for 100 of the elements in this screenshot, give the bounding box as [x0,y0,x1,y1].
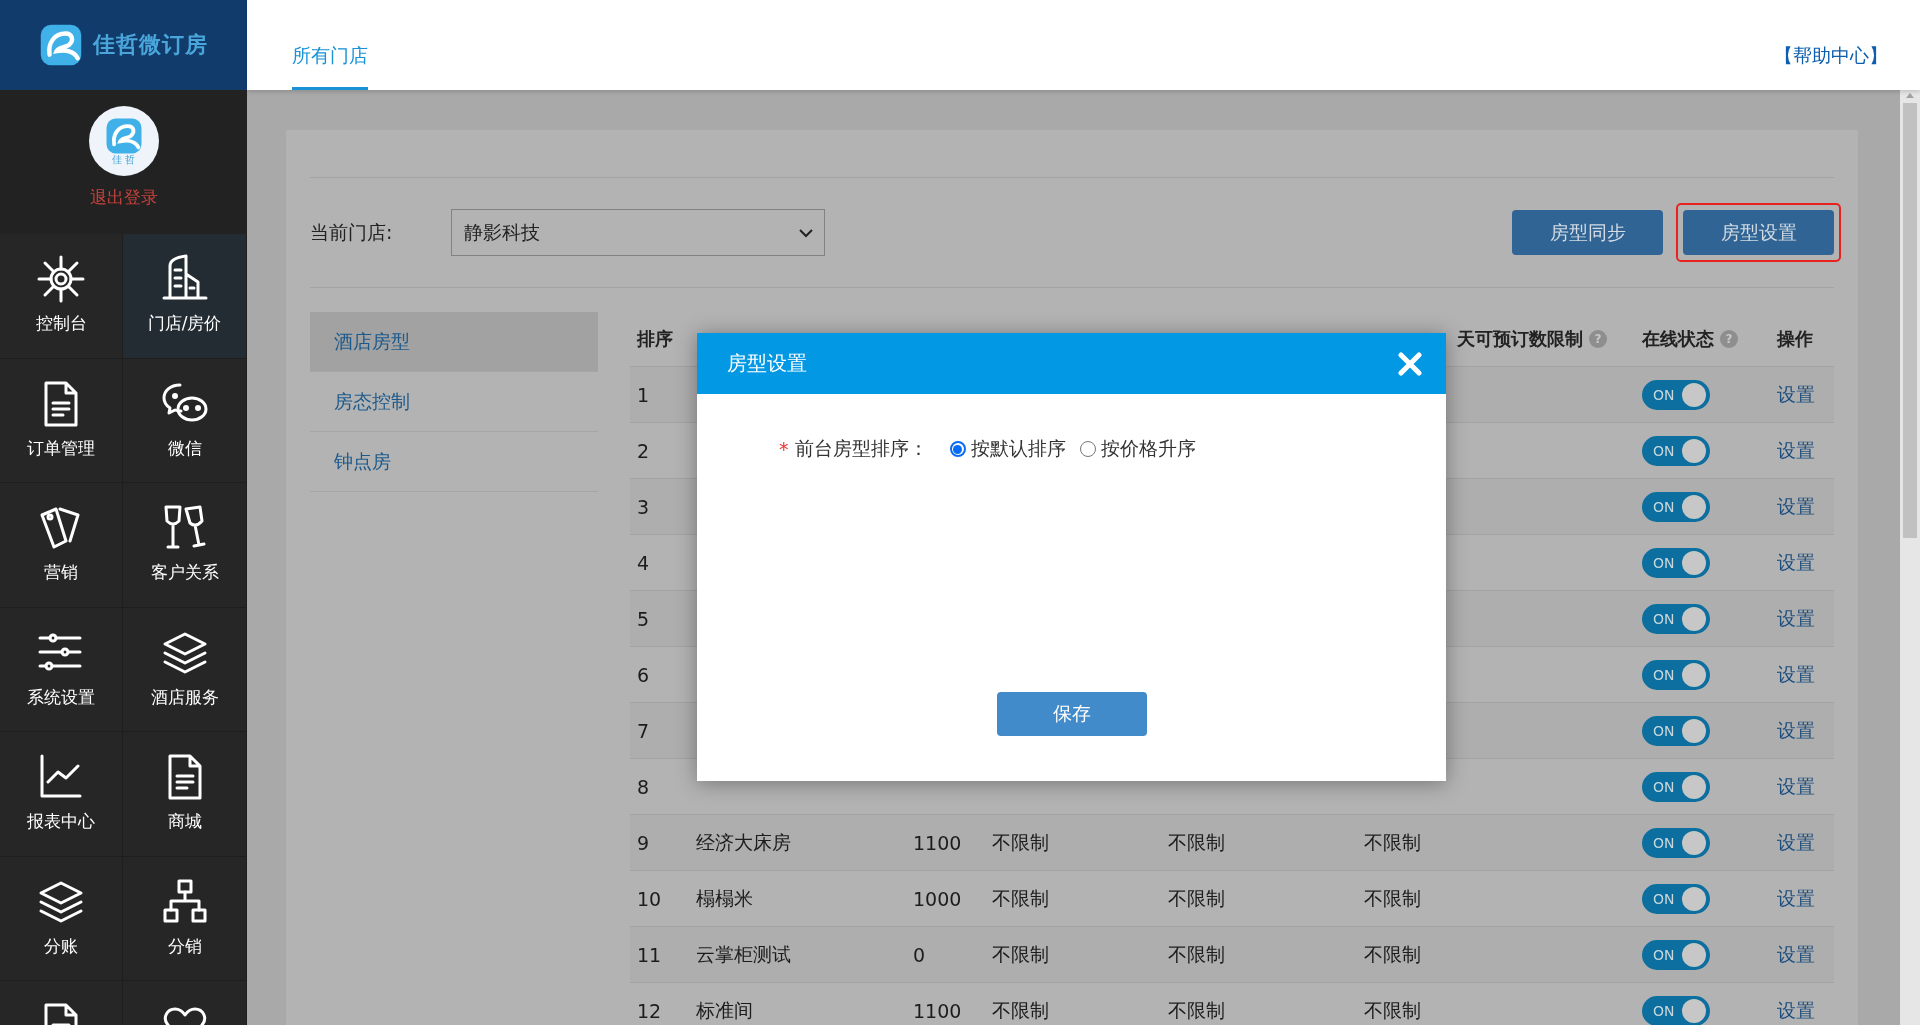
table-cell-text: 云掌柜测试 [696,941,791,967]
online-toggle[interactable]: ON [1642,827,1710,858]
settings-link[interactable]: 设置 [1777,941,1815,968]
settings-link[interactable]: 设置 [1777,717,1815,744]
table-cell: 6 [637,663,650,686]
avatar-caption: 佳 哲 [111,155,136,165]
settings-link[interactable]: 设置 [1777,997,1815,1024]
menu-tile[interactable]: 微信 [123,358,247,483]
menu-tile[interactable]: 控制台 [0,234,123,359]
wheel-icon [36,254,86,304]
close-icon[interactable] [1398,351,1422,376]
help-center-link[interactable]: 【帮助中心】 [1774,43,1888,69]
menu-tile[interactable]: 订单管理 [0,358,123,483]
menu-label: 分账 [44,934,78,958]
toolbar-button[interactable]: 房型同步 [1512,210,1663,255]
menu-label: 系统设置 [27,685,95,709]
online-toggle[interactable]: ON [1642,603,1710,634]
table-cell: 10 [637,887,662,910]
store-label: 当前门店: [310,219,394,245]
online-toggle[interactable]: ON [1642,379,1710,410]
table-cell: 3 [637,495,650,518]
menu-tile[interactable]: 报表中心 [0,732,123,857]
online-toggle[interactable]: ON [1642,995,1710,1025]
table-cell: 11 [637,943,662,966]
menu-label: 客户关系 [150,561,219,584]
menu-tile[interactable]: 门店/房价 [123,234,247,359]
table-cell: 1 [637,383,650,406]
settings-link[interactable]: 设置 [1777,549,1815,576]
online-toggle[interactable]: ON [1642,939,1710,970]
table-cell: 1100 [913,999,962,1022]
settings-link[interactable]: 设置 [1777,381,1815,408]
radio-button[interactable] [949,441,966,457]
settings-link[interactable]: 设置 [1777,661,1815,688]
scrollbar[interactable] [1900,90,1920,1025]
column-header: 排序 [637,327,673,351]
table-cell: 5 [637,607,650,630]
radio-option[interactable]: 按默认排序 [949,436,1066,462]
menu-tile[interactable]: 客户关系 [123,483,247,608]
settings-link[interactable]: 设置 [1777,829,1815,856]
table-cell-text: 不限制 [1364,941,1421,967]
table-cell-text: 不限制 [992,941,1049,967]
table-cell-text: 不限制 [992,997,1049,1023]
table-cell-text: 不限制 [1364,885,1421,911]
table-cell-text: 标准间 [696,997,753,1023]
store-select[interactable]: 静影科技 [451,209,825,256]
save-button[interactable]: 保存 [996,692,1147,736]
column-header: 操作 [1777,327,1813,351]
table-cell: 4 [637,551,650,574]
table-cell: 7 [637,719,650,742]
menu-label: 分销 [167,934,202,958]
store-tab[interactable]: 所有门店 [292,0,368,90]
chevron-down-icon [798,227,814,238]
settings-link[interactable]: 设置 [1777,437,1815,464]
menu-label: 门店/房价 [147,312,222,335]
table-cell-text: 不限制 [1168,941,1225,967]
table-cell-text: 榻榻米 [696,885,753,911]
menu-label: 控制台 [35,312,87,335]
menu-tile[interactable]: 酒店服务 [123,607,247,732]
settings-link[interactable]: 设置 [1777,605,1815,632]
logo-icon [39,23,83,67]
menu-tile[interactable]: 分账 [0,856,123,981]
scrollbar-thumb[interactable] [1903,103,1917,538]
online-toggle[interactable]: ON [1642,491,1710,522]
menu-tile[interactable]: 分销 [123,856,247,981]
online-toggle[interactable]: ON [1642,435,1710,466]
table-cell-text: 不限制 [1364,829,1421,855]
side-tab[interactable]: 酒店房型 [310,312,598,372]
column-header: 在线状态 [1642,327,1714,351]
column-header: 天可预订数限制 [1457,327,1583,351]
radio-option[interactable]: 按价格升序 [1079,436,1196,462]
settings-link[interactable]: 设置 [1777,493,1815,520]
table-cell-text: 不限制 [992,885,1049,911]
settings-link[interactable]: 设置 [1777,885,1815,912]
menu-label: 营销 [44,561,78,584]
table-cell: 2 [637,439,650,462]
table-cell-text: 不限制 [1364,997,1421,1023]
menu-tile[interactable]: 系统设置 [0,607,123,732]
online-toggle[interactable]: ON [1642,771,1710,802]
side-tab[interactable]: 房态控制 [310,372,598,432]
online-toggle[interactable]: ON [1642,547,1710,578]
logo-icon [104,117,143,155]
online-toggle[interactable]: ON [1642,715,1710,746]
table-cell: 8 [637,775,650,798]
menu-label: 微信 [167,436,202,460]
required-mark: * [779,438,789,460]
toolbar-button[interactable]: 房型设置 [1683,210,1834,255]
side-tab[interactable]: 钟点房 [310,432,598,492]
table-cell-text: 不限制 [1168,829,1225,855]
field-label: 前台房型排序： [794,436,928,461]
table-cell: 12 [637,999,662,1022]
menu-tile[interactable]: 商城 [123,732,247,857]
settings-link[interactable]: 设置 [1777,773,1815,800]
online-toggle[interactable]: ON [1642,883,1710,914]
table-cell-text: 不限制 [992,829,1049,855]
menu-tile[interactable]: 营销 [0,483,123,608]
online-toggle[interactable]: ON [1642,659,1710,690]
logout-link[interactable]: 退出登录 [89,186,158,209]
table-cell: 9 [637,831,650,854]
menu-label: 报表中心 [27,810,95,833]
brand-name: 佳哲微订房 [93,31,208,59]
